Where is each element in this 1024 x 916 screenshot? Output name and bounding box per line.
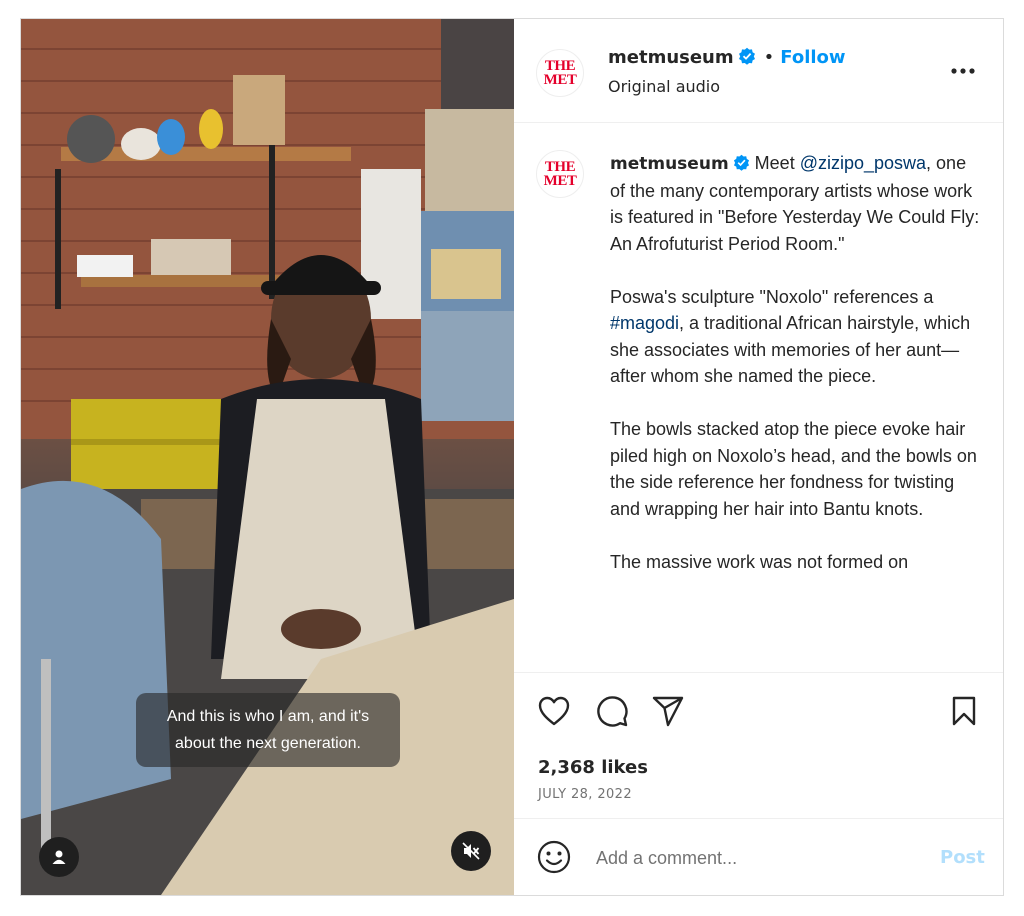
emoji-button[interactable] [536,839,572,879]
comment-composer: Post [514,818,1003,895]
artist-mention-link[interactable]: @zizipo_poswa [800,153,926,173]
post-card: And this is who I am, and it's about the… [20,18,1004,896]
caption-paragraph-3: The bowls stacked atop the piece evoke h… [610,419,977,519]
follow-button[interactable]: Follow [780,47,845,68]
like-button[interactable] [536,693,572,729]
caption-text-intro: Meet [754,153,800,173]
post-date[interactable]: JULY 28, 2022 [538,787,632,802]
audio-label[interactable]: Original audio [608,77,720,96]
likes-count[interactable]: 2,368 likes [538,757,648,778]
met-logo-avatar[interactable]: THE MET [536,49,584,97]
logo-line-2: MET [543,72,577,88]
smiley-icon [537,840,571,874]
verified-badge-icon [738,47,755,65]
para2-intro: Poswa's sculpture "Noxolo" references a [610,286,934,307]
caption-username[interactable]: metmuseum [610,154,729,174]
speaker-muted-icon [462,842,480,860]
video-caption: And this is who I am, and it's about the… [136,693,400,767]
caption-line-2: about the next generation. [175,735,361,752]
post-details-panel: THE MET metmuseum • Follow Original audio… [514,19,1003,895]
share-button[interactable] [650,693,686,729]
caption-logo-line-1: THE [544,159,576,175]
post-video[interactable]: And this is who I am, and it's about the… [21,19,514,895]
tagged-user-button[interactable] [39,837,79,877]
logo-line-1: THE [544,58,576,74]
post-caption: metmuseum Meet @zizipo_poswa, one of the… [610,150,980,602]
heart-icon [538,696,570,726]
caption-line-1: And this is who I am, and it's [166,708,370,725]
caption-paragraph-1: metmuseum Meet @zizipo_poswa, one of the… [610,150,980,257]
paper-plane-icon [652,696,684,727]
post-actions: 2,368 likes JULY 28, 2022 [514,672,1003,818]
bookmark-icon [952,696,976,726]
header-user-line: metmuseum • Follow [608,47,846,68]
caption-logo-line-2: MET [543,173,577,189]
caption-verified-badge-icon [733,154,749,171]
comment-input[interactable] [596,841,916,875]
caption-section: THE MET metmuseum Meet @zizipo_poswa, on… [514,124,1003,672]
caption-avatar[interactable]: THE MET [536,150,584,198]
caption-paragraph-2: Poswa's sculpture "Noxolo" references a … [610,284,980,390]
post-comment-button[interactable]: Post [940,847,985,868]
speech-bubble-icon [597,696,628,727]
magodi-hashtag-link[interactable]: #magodi [610,313,679,333]
caption-paragraph-4: The massive work was not formed on [610,551,909,572]
save-button[interactable] [946,693,982,729]
header-separator: • [763,47,775,68]
comment-button[interactable] [594,693,630,729]
header-username[interactable]: metmuseum [608,47,734,68]
mute-toggle-button[interactable] [451,831,491,871]
post-header: THE MET metmuseum • Follow Original audio [514,19,1003,123]
user-icon [52,850,66,864]
more-dots-icon[interactable] [950,59,976,83]
